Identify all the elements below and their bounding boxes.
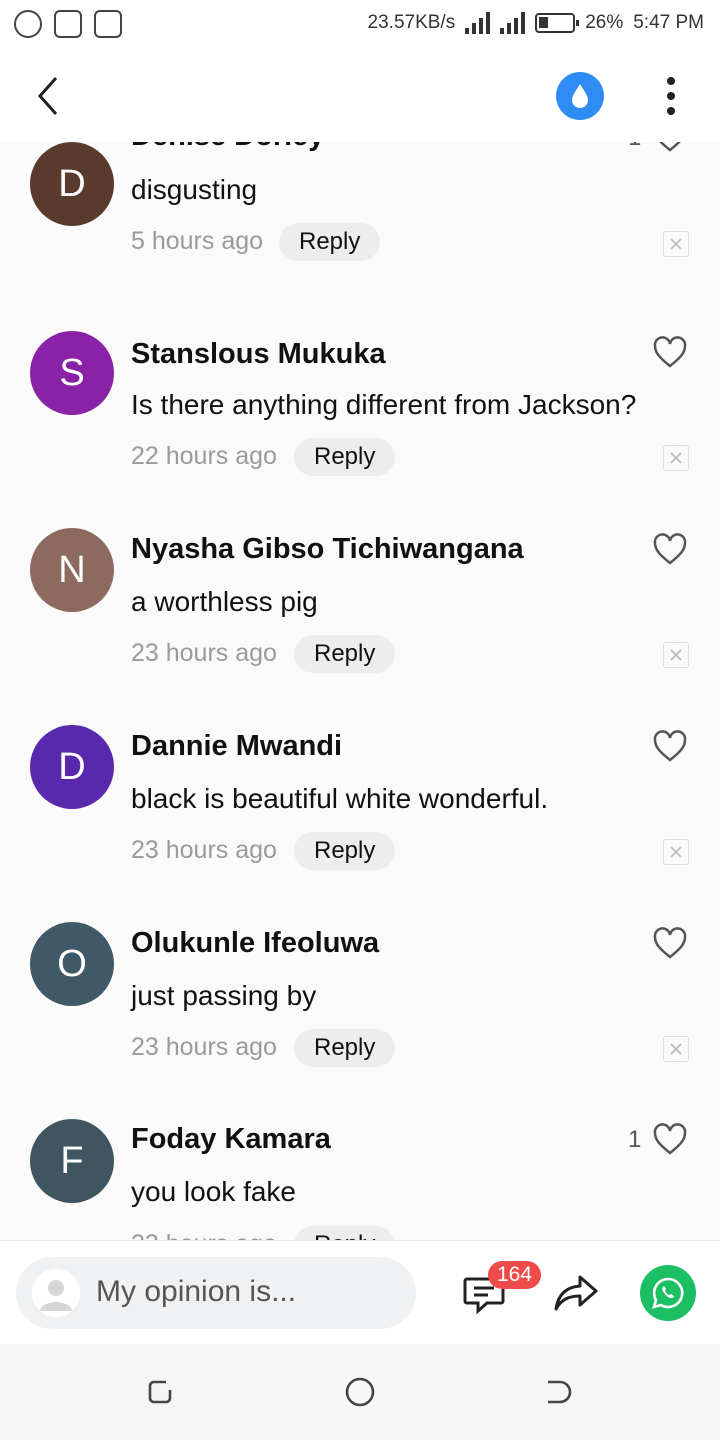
more-vertical-icon[interactable] [656, 74, 686, 118]
signal-icon [465, 12, 491, 34]
comment-text: just passing by [131, 980, 317, 1011]
water-drop-icon[interactable] [556, 72, 604, 120]
avatar[interactable]: F [30, 1119, 114, 1203]
comment-count-badge: 164 [488, 1261, 542, 1289]
heart-icon[interactable] [652, 926, 688, 960]
system-nav-bar [0, 1344, 720, 1440]
close-icon[interactable] [663, 1036, 689, 1062]
opinion-placeholder: My opinion is... [96, 1275, 297, 1308]
comment-item: S Stanslous Mukuka Is there anything dif… [0, 321, 720, 518]
clock: 5:47 PM [633, 12, 704, 33]
comment-author[interactable]: Foday Kamara [131, 1123, 331, 1156]
close-icon[interactable] [663, 839, 689, 865]
close-icon[interactable] [663, 231, 689, 257]
comment-author[interactable]: Olukunle Ifeoluwa [131, 927, 379, 960]
heart-icon[interactable] [652, 729, 688, 763]
comment-time: 5 hours ago [131, 227, 264, 255]
comment-author[interactable]: Nyasha Gibso Tichiwangana [131, 533, 524, 566]
recent-apps-icon[interactable] [144, 1376, 176, 1408]
comment-author[interactable]: Denise Dorley [131, 142, 324, 153]
close-icon[interactable] [663, 445, 689, 471]
comment-author[interactable]: Dannie Mwandi [131, 730, 342, 763]
close-icon[interactable] [663, 642, 689, 668]
avatar[interactable]: D [30, 142, 114, 226]
comment-text: a worthless pig [131, 586, 318, 617]
back-arrow-icon[interactable] [30, 72, 70, 120]
opinion-input[interactable]: My opinion is... [16, 1257, 416, 1329]
comment-item: O Olukunle Ifeoluwa just passing by 23 h… [0, 912, 720, 1109]
whatsapp-notification-icon [14, 10, 42, 38]
comment-time: 23 hours ago [131, 1230, 277, 1240]
like-count: 1 [628, 1126, 642, 1153]
comment-item: D Dannie Mwandi black is beautiful white… [0, 715, 720, 912]
heart-icon[interactable] [652, 142, 688, 153]
heart-icon[interactable] [652, 335, 688, 369]
avatar[interactable]: N [30, 528, 114, 612]
comment-time: 23 hours ago [131, 639, 277, 667]
net-speed: 23.57KB/s [367, 12, 456, 33]
reply-button[interactable]: Reply [294, 635, 396, 673]
comment-item: F Foday Kamara you look fake 23 hours ag… [0, 1109, 720, 1240]
battery-percent: 26% [585, 12, 624, 33]
signal-icon-2 [500, 12, 526, 34]
status-bar: 23.57KB/s 26% 5:47 PM [0, 0, 720, 50]
comment-item: N Nyasha Gibso Tichiwangana a worthless … [0, 518, 720, 715]
cast-icon [54, 10, 82, 38]
comment-text: black is beautiful white wonderful. [131, 783, 549, 814]
comment-compose-bar: My opinion is... 164 [0, 1240, 720, 1344]
comment-time: 22 hours ago [131, 442, 277, 470]
reply-button[interactable]: Reply [294, 1029, 396, 1067]
reply-button[interactable]: Reply [279, 223, 381, 261]
user-avatar-icon [32, 1269, 80, 1317]
back-icon[interactable] [542, 1376, 574, 1408]
avatar[interactable]: D [30, 725, 114, 809]
share-icon[interactable] [552, 1271, 600, 1315]
comment-text: Is there anything different from Jackson… [131, 389, 637, 420]
home-icon[interactable] [344, 1376, 376, 1408]
reply-button[interactable]: Reply [294, 438, 396, 476]
comment-text: you look fake [131, 1176, 296, 1207]
battery-icon [535, 13, 580, 33]
comment-item: D Denise Dorley disgusting 5 hours ago R… [0, 142, 720, 321]
reply-button[interactable]: Reply [294, 1226, 396, 1240]
comment-author[interactable]: Stanslous Mukuka [131, 338, 386, 371]
comment-time: 23 hours ago [131, 836, 277, 864]
comment-text: disgusting [131, 174, 258, 205]
heart-icon[interactable] [652, 1122, 688, 1156]
download-icon [94, 10, 122, 38]
comment-list[interactable]: D Denise Dorley disgusting 5 hours ago R… [0, 142, 720, 1240]
comment-time: 23 hours ago [131, 1033, 277, 1061]
whatsapp-icon[interactable] [640, 1265, 696, 1321]
like-count: 1 [628, 142, 641, 152]
avatar[interactable]: O [30, 922, 114, 1006]
avatar[interactable]: S [30, 331, 114, 415]
top-app-bar [0, 50, 720, 142]
reply-button[interactable]: Reply [294, 832, 396, 870]
heart-icon[interactable] [652, 532, 688, 566]
